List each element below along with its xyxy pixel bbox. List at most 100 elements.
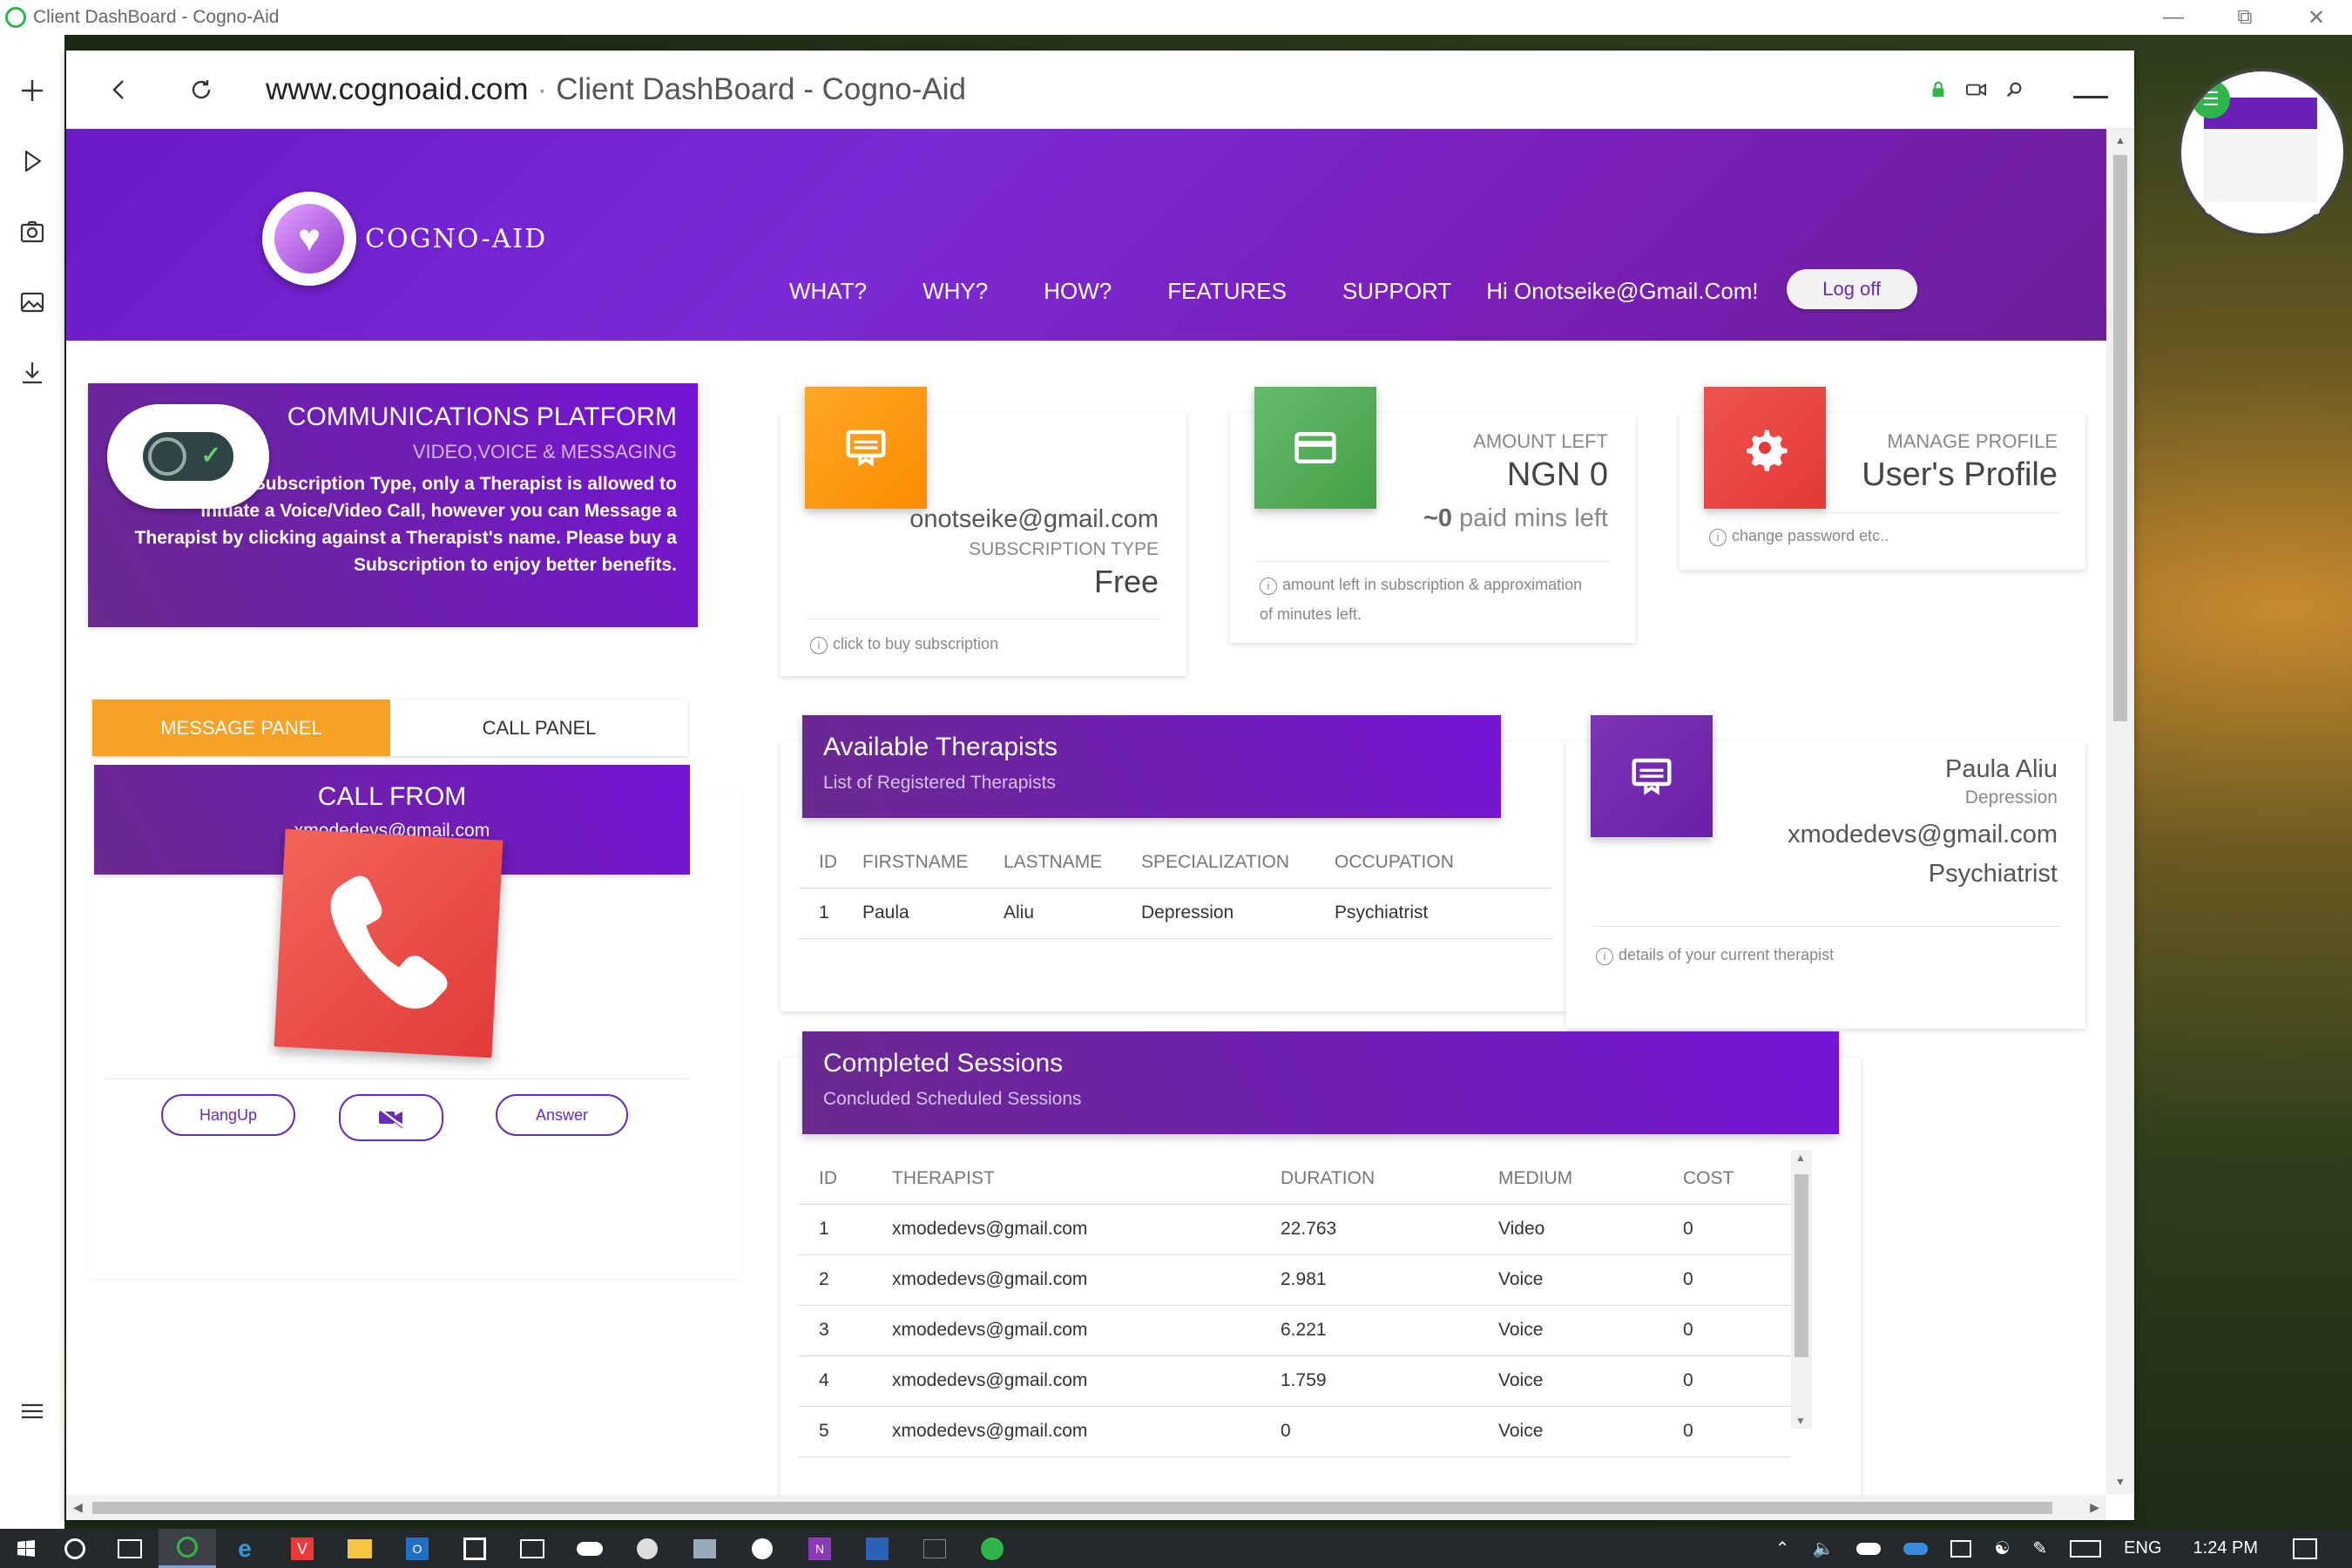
vertical-scroll-thumb[interactable] bbox=[2113, 155, 2127, 721]
tab-message-panel[interactable]: MESSAGE PANEL bbox=[92, 700, 390, 756]
table-row[interactable]: 3 xmodedevs@gmail.com 6.221 Voice 0 bbox=[798, 1305, 1791, 1356]
volume-icon[interactable]: 🔈 bbox=[1813, 1538, 1835, 1559]
tab-call-panel[interactable]: CALL PANEL bbox=[390, 700, 688, 756]
horizontal-scroll-thumb[interactable] bbox=[92, 1502, 2052, 1514]
table-row[interactable]: 4 xmodedevs@gmail.com 1.759 Voice 0 bbox=[798, 1355, 1791, 1407]
lock-icon[interactable] bbox=[1923, 75, 1953, 105]
windows-start-icon[interactable] bbox=[3, 1529, 49, 1568]
network-app-icon[interactable] bbox=[676, 1538, 733, 1558]
profile-card[interactable]: MANAGE PROFILE User's Profile i change pa… bbox=[1680, 387, 2085, 570]
sessions-scroll-thumb[interactable] bbox=[1794, 1174, 1808, 1357]
table-row[interactable]: 1 Paula Aliu Depression Psychiatrist bbox=[798, 888, 1552, 939]
answer-button[interactable]: Answer bbox=[496, 1094, 628, 1136]
terminal-icon[interactable] bbox=[906, 1538, 963, 1558]
back-icon[interactable] bbox=[97, 67, 142, 112]
scroll-up-icon[interactable]: ▲ bbox=[2113, 134, 2127, 148]
cell-therapist: xmodedevs@gmail.com bbox=[875, 1355, 1263, 1407]
subscription-footer-text: click to buy subscription bbox=[833, 635, 999, 652]
cell-therapist: xmodedevs@gmail.com bbox=[875, 1204, 1263, 1255]
video-icon[interactable] bbox=[1962, 75, 1991, 105]
profile-value: User's Profile bbox=[1862, 456, 2058, 493]
notifications-icon[interactable] bbox=[2293, 1538, 2317, 1559]
cell-id: 1 bbox=[798, 888, 845, 939]
task-view-icon[interactable] bbox=[101, 1529, 159, 1568]
restore-icon[interactable]: ⧉ bbox=[2209, 0, 2281, 35]
media-icon[interactable] bbox=[618, 1538, 676, 1559]
nav-what[interactable]: WHAT? bbox=[789, 278, 867, 305]
table-row[interactable]: 5 xmodedevs@gmail.com 0 Voice 0 bbox=[798, 1406, 1791, 1457]
plus-icon[interactable] bbox=[10, 68, 55, 113]
image-icon[interactable] bbox=[10, 280, 55, 325]
address-bar: www.cognoaid.com · Client DashBoard - Cogn… bbox=[66, 51, 2134, 129]
find-icon[interactable] bbox=[2000, 75, 2030, 105]
url-text[interactable]: www.cognoaid.com · Client DashBoard - Cogn… bbox=[266, 72, 966, 107]
outlook-icon[interactable]: O bbox=[389, 1537, 446, 1560]
scroll-down-icon[interactable]: ▼ bbox=[1795, 1415, 1806, 1427]
page-horizontal-scrollbar[interactable]: ◀ ▶ bbox=[66, 1495, 2106, 1520]
search-circle-icon[interactable] bbox=[49, 1529, 101, 1568]
scroll-up-icon[interactable]: ▲ bbox=[1795, 1152, 1806, 1164]
logoff-button[interactable]: Log off bbox=[1786, 269, 1917, 309]
thumbnail-label: Client DashBo bbox=[2203, 199, 2322, 219]
onenote-icon[interactable]: N bbox=[791, 1537, 848, 1560]
play-icon[interactable] bbox=[10, 139, 55, 184]
nav-support[interactable]: SUPPORT bbox=[1342, 278, 1451, 305]
phone-icon bbox=[274, 828, 504, 1058]
folder-icon[interactable] bbox=[331, 1538, 389, 1558]
table-row[interactable]: 2 xmodedevs@gmail.com 2.981 Voice 0 bbox=[798, 1254, 1791, 1306]
display-icon[interactable] bbox=[1950, 1539, 1972, 1558]
cell-cost: 0 bbox=[1666, 1406, 1791, 1457]
table-row[interactable]: 1 xmodedevs@gmail.com 22.763 Video 0 bbox=[798, 1204, 1791, 1255]
cell-firstname[interactable]: Paula bbox=[845, 888, 986, 939]
onedrive-icon[interactable] bbox=[561, 1541, 618, 1556]
language-indicator[interactable]: ENG bbox=[2124, 1538, 2161, 1558]
scroll-left-icon[interactable]: ◀ bbox=[73, 1500, 83, 1515]
download-icon[interactable] bbox=[10, 350, 55, 395]
pen-icon[interactable]: ✎ bbox=[2032, 1538, 2047, 1559]
keyboard-icon[interactable] bbox=[2070, 1539, 2102, 1558]
menu-icon[interactable] bbox=[10, 1389, 55, 1434]
cloud-icon[interactable] bbox=[1856, 1542, 1882, 1555]
clock[interactable]: 1:24 PM bbox=[2193, 1538, 2258, 1558]
info-icon: i bbox=[810, 637, 828, 654]
scroll-down-icon[interactable]: ▼ bbox=[2113, 1476, 2127, 1490]
scroll-right-icon[interactable]: ▶ bbox=[2090, 1500, 2099, 1515]
cell-cost: 0 bbox=[1666, 1254, 1791, 1306]
divider bbox=[105, 1078, 689, 1079]
camera-icon[interactable] bbox=[10, 209, 55, 254]
onedrive-tray-icon[interactable] bbox=[1903, 1542, 1929, 1555]
video-off-button[interactable] bbox=[339, 1094, 443, 1141]
edge-icon[interactable]: e bbox=[216, 1535, 274, 1563]
whatsapp-icon[interactable] bbox=[963, 1537, 1021, 1560]
toggle-switch[interactable]: ✓ bbox=[107, 404, 269, 509]
nav-features[interactable]: FEATURES bbox=[1167, 278, 1287, 305]
close-icon[interactable]: ✕ bbox=[2281, 0, 2352, 35]
nav-how[interactable]: HOW? bbox=[1044, 278, 1112, 305]
taskbar-app-browser-icon[interactable] bbox=[159, 1529, 216, 1568]
word-icon[interactable] bbox=[848, 1537, 906, 1560]
store-icon[interactable] bbox=[446, 1537, 504, 1560]
minimize-panel-icon[interactable] bbox=[2073, 81, 2108, 98]
subscription-footer[interactable]: i click to buy subscription bbox=[810, 629, 998, 659]
hangup-button[interactable]: HangUp bbox=[161, 1094, 295, 1136]
sessions-card: Completed Sessions Concluded Scheduled S… bbox=[781, 1031, 1861, 1495]
brand-logo[interactable]: ♥ COGNO-AID bbox=[262, 192, 547, 286]
minimize-icon[interactable]: — bbox=[2138, 0, 2209, 35]
wifi-icon[interactable]: ☯ bbox=[1994, 1538, 2010, 1559]
taskbar: e V O N ⌃ 🔈 ☯ ✎ ENG 1:24 PM bbox=[0, 1529, 2352, 1568]
page-vertical-scrollbar[interactable]: ▲ ▼ bbox=[2106, 129, 2134, 1495]
subscription-card[interactable]: onotseike@gmail.com SUBSCRIPTION TYPE Fr… bbox=[781, 387, 1186, 676]
amount-footer-1: amount left in subscription & approximat… bbox=[1282, 576, 1583, 593]
sessions-scroll-area[interactable]: ID THERAPIST DURATION MEDIUM COST 1 xmod… bbox=[798, 1153, 1821, 1495]
sessions-table: ID THERAPIST DURATION MEDIUM COST 1 xmod… bbox=[798, 1153, 1791, 1457]
vivaldi-icon[interactable]: V bbox=[274, 1537, 331, 1560]
check-icon: ✓ bbox=[200, 442, 221, 469]
sessions-scrollbar[interactable]: ▲ ▼ bbox=[1791, 1150, 1812, 1429]
nav-why[interactable]: WHY? bbox=[923, 278, 988, 305]
col-occupation: OCCUPATION bbox=[1317, 837, 1552, 889]
reload-icon[interactable] bbox=[179, 67, 224, 112]
profile-footer[interactable]: i change password etc.. bbox=[1709, 521, 1889, 551]
gear-app-icon[interactable] bbox=[733, 1538, 791, 1559]
photos-icon[interactable] bbox=[504, 1538, 561, 1558]
chevron-up-icon[interactable]: ⌃ bbox=[1775, 1538, 1790, 1559]
